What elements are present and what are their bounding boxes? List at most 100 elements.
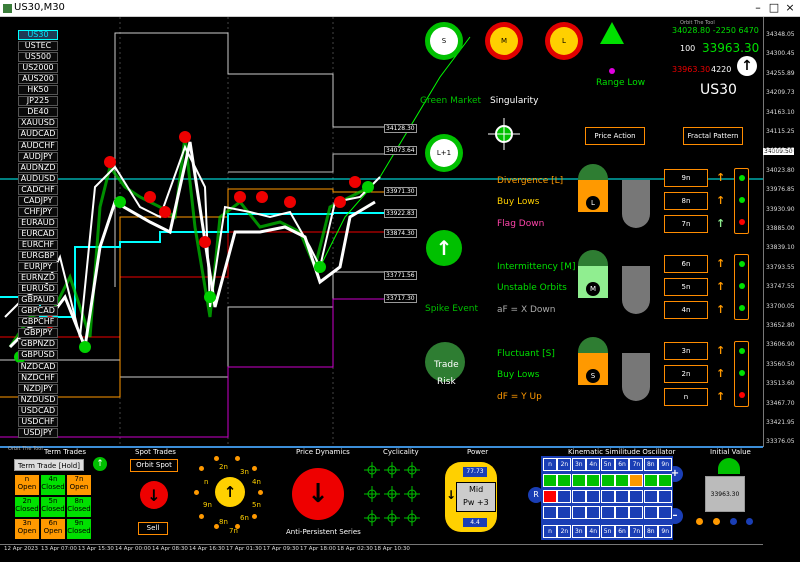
symbol-button-nzdjpy[interactable]: NZDJPY — [18, 383, 58, 394]
symbol-button-cadjpy[interactable]: CADJPY — [18, 195, 58, 206]
term-cell-7n[interactable]: 7n Open — [66, 474, 92, 496]
symbol-button-euraud[interactable]: EURAUD — [18, 217, 58, 228]
close-button[interactable]: × — [783, 1, 797, 15]
orbit-tool-label: Orbit The Tool — [8, 446, 43, 452]
term-cell-4n[interactable]: 4n Closed — [40, 474, 66, 496]
k-cell — [557, 474, 572, 487]
symbol-button-gbpusd[interactable]: GBPUSD — [18, 350, 58, 361]
orbit-box-5n[interactable]: 5n — [664, 278, 708, 296]
up-arrow-icon: ↑ — [716, 280, 726, 293]
power-top-value: 77.73 — [463, 467, 487, 477]
orbit-box-3n[interactable]: 3n — [664, 342, 708, 360]
symbol-button-audcad[interactable]: AUDCAD — [18, 129, 58, 140]
symbol-button-de40[interactable]: DE40 — [18, 107, 58, 118]
term-cell-8n[interactable]: 8n Closed — [66, 496, 92, 518]
price-level-tag: 33771.56 — [384, 271, 417, 280]
symbol-button-eurgbp[interactable]: EURGBP — [18, 251, 58, 261]
symbol-button-hk50[interactable]: HK50 — [18, 85, 58, 96]
minimize-button[interactable]: – — [751, 1, 765, 15]
symbol-button-audjpy[interactable]: AUDJPY — [18, 151, 58, 162]
orbit-box-2n[interactable]: 2n — [664, 365, 708, 383]
symbol-button-chfjpy[interactable]: CHFJPY — [18, 206, 58, 217]
signal-light — [734, 254, 749, 320]
term-cell-9n[interactable]: 9n Closed — [66, 518, 92, 540]
symbol-button-ustec[interactable]: USTEC — [18, 41, 58, 52]
term-cell-5n[interactable]: 5n Closed — [40, 496, 66, 518]
symbol-button-usdjpy[interactable]: USDJPY — [18, 427, 58, 438]
lplus-indicator: L+1 — [425, 134, 463, 172]
symbol-button-cadchf[interactable]: CADCHF — [18, 184, 58, 195]
price-axis-label: 33885.00 — [766, 225, 795, 232]
orbit-box-8n[interactable]: 8n — [664, 192, 708, 210]
symbol-button-xauusd[interactable]: XAUUSD — [18, 118, 58, 129]
k-footer-2n: 2n — [557, 525, 572, 538]
k-header-3n: 3n — [571, 458, 586, 471]
symbol-button-us500[interactable]: US500 — [18, 52, 58, 63]
light-dot — [739, 197, 745, 203]
time-axis-label: 13 Apr 07:00 — [41, 546, 77, 552]
initial-value-title: Initial Value — [710, 448, 751, 456]
k-cell — [615, 474, 629, 487]
k-cell — [600, 490, 615, 503]
ring-label-9n: 9n — [203, 501, 212, 509]
symbol-button-us2000[interactable]: US2000 — [18, 63, 58, 74]
group-line3: aF = X Down — [497, 305, 556, 315]
price-level-tag: 33922.83 — [384, 209, 417, 218]
symbol-button-gbpjpy[interactable]: GBPJPY — [18, 328, 58, 339]
symbol-button-eurjpy[interactable]: EURJPY — [18, 262, 58, 273]
orbit-box-9n[interactable]: 9n — [664, 169, 708, 187]
gauge-shadow — [622, 353, 650, 401]
ring-label-5n: 5n — [252, 501, 261, 509]
symbol-button-gbpchf[interactable]: GBPCHF — [18, 317, 58, 328]
price-axis-label: 34255.89 — [766, 69, 795, 77]
price-axis-label: 33839.10 — [766, 244, 795, 252]
symbol-button-nzdchf[interactable]: NZDCHF — [18, 372, 58, 383]
symbol-button-usdcad[interactable]: USDCAD — [18, 405, 58, 416]
orbit-spot-button[interactable]: Orbit Spot — [130, 459, 178, 472]
symbol-button-gbpcad[interactable]: GBPCAD — [18, 306, 58, 317]
initial-value-box: 33963.30 — [705, 476, 745, 512]
term-cell-label: 7n — [74, 475, 84, 483]
time-axis-label: 17 Apr 01:30 — [226, 546, 262, 552]
symbol-button-aus200[interactable]: AUS200 — [18, 74, 58, 85]
gauge-letter: M — [586, 282, 600, 296]
price-action-button[interactable]: Price Action — [585, 127, 645, 145]
symbol-button-eurnzd[interactable]: EURNZD — [18, 273, 58, 284]
price-axis-label: 33421.95 — [766, 419, 795, 426]
orbit-box-6n[interactable]: 6n — [664, 255, 708, 273]
symbol-button-audchf[interactable]: AUDCHF — [18, 140, 58, 151]
orbit-box-n[interactable]: n — [664, 388, 708, 406]
term-cell-status: Closed — [67, 527, 91, 535]
symbol-button-nzdcad[interactable]: NZDCAD — [18, 361, 58, 372]
sell-button[interactable]: Sell — [138, 522, 168, 535]
symbol-button-audusd[interactable]: AUDUSD — [18, 173, 58, 184]
maximize-button[interactable]: □ — [767, 1, 781, 15]
price-axis-label: 33560.50 — [766, 360, 795, 368]
singularity-label: Singularity — [490, 96, 539, 106]
gauge-letter: S — [586, 369, 600, 383]
symbol-button-usdchf[interactable]: USDCHF — [18, 416, 58, 427]
term-cell-n[interactable]: n Open — [14, 474, 40, 496]
symbol-button-nzdusd[interactable]: NZDUSD — [18, 394, 58, 405]
symbol-button-eurcad[interactable]: EURCAD — [18, 228, 58, 239]
price-axis-label: 33606.90 — [766, 341, 795, 349]
orbit-box-7n[interactable]: 7n — [664, 215, 708, 233]
symbol-button-gbpaud[interactable]: GBPAUD — [18, 295, 58, 306]
term-cell-2n[interactable]: 2n Closed — [14, 496, 40, 518]
term-trade-hold-button[interactable]: Term Trade [Hold] — [14, 459, 84, 471]
k-cell — [557, 506, 572, 519]
term-cell-3n[interactable]: 3n Open — [14, 518, 40, 540]
orbit-box-4n[interactable]: 4n — [664, 301, 708, 319]
symbol-button-eurchf[interactable]: EURCHF — [18, 239, 58, 250]
k-footer-5n: 5n — [600, 525, 615, 538]
term-cell-6n[interactable]: 6n Open — [40, 518, 66, 540]
symbol-button-us30[interactable]: US30 — [18, 30, 58, 40]
light-dot — [739, 305, 745, 311]
light-dot — [739, 283, 745, 289]
symbol-button-audnzd[interactable]: AUDNZD — [18, 162, 58, 173]
fractal-pattern-button[interactable]: Fractal Pattern — [683, 127, 743, 145]
symbol-button-jp225[interactable]: JP225 — [18, 96, 58, 107]
symbol-button-eurusd[interactable]: EURUSD — [18, 284, 58, 295]
symbol-button-gbpnzd[interactable]: GBPNZD — [18, 339, 58, 350]
price-axis-label: 33652.80 — [766, 322, 795, 329]
